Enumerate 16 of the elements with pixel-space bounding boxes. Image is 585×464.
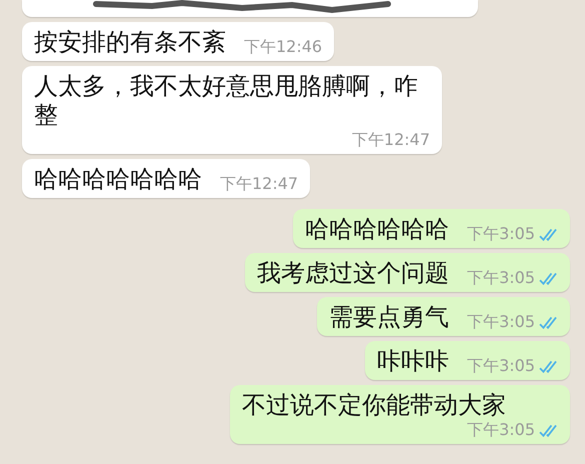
- message-time: 下午3:05: [467, 420, 535, 440]
- message-text: 咔咔咔: [377, 347, 450, 376]
- message-text: 不过说不定你能带动大家: [242, 391, 506, 420]
- message-text: 我考虑过这个问题: [257, 259, 450, 288]
- message-time: 下午3:05: [467, 224, 535, 244]
- message-time: 下午3:05: [467, 356, 535, 376]
- message-time: 下午12:46: [244, 37, 322, 57]
- message-time: 下午3:05: [467, 268, 535, 288]
- message-time: 下午12:47: [220, 174, 298, 194]
- message-text: 人太多，我不太好意思甩胳膊啊，咋整: [34, 72, 419, 130]
- message-text: 按安排的有条不紊: [34, 28, 226, 57]
- message-time: 下午12:47: [352, 130, 430, 150]
- message-text: 哈哈哈哈哈哈: [305, 215, 450, 244]
- message-text: 需要点勇气: [329, 303, 450, 332]
- message-text: 哈哈哈哈哈哈哈: [34, 165, 202, 194]
- message-time: 下午3:05: [467, 312, 535, 332]
